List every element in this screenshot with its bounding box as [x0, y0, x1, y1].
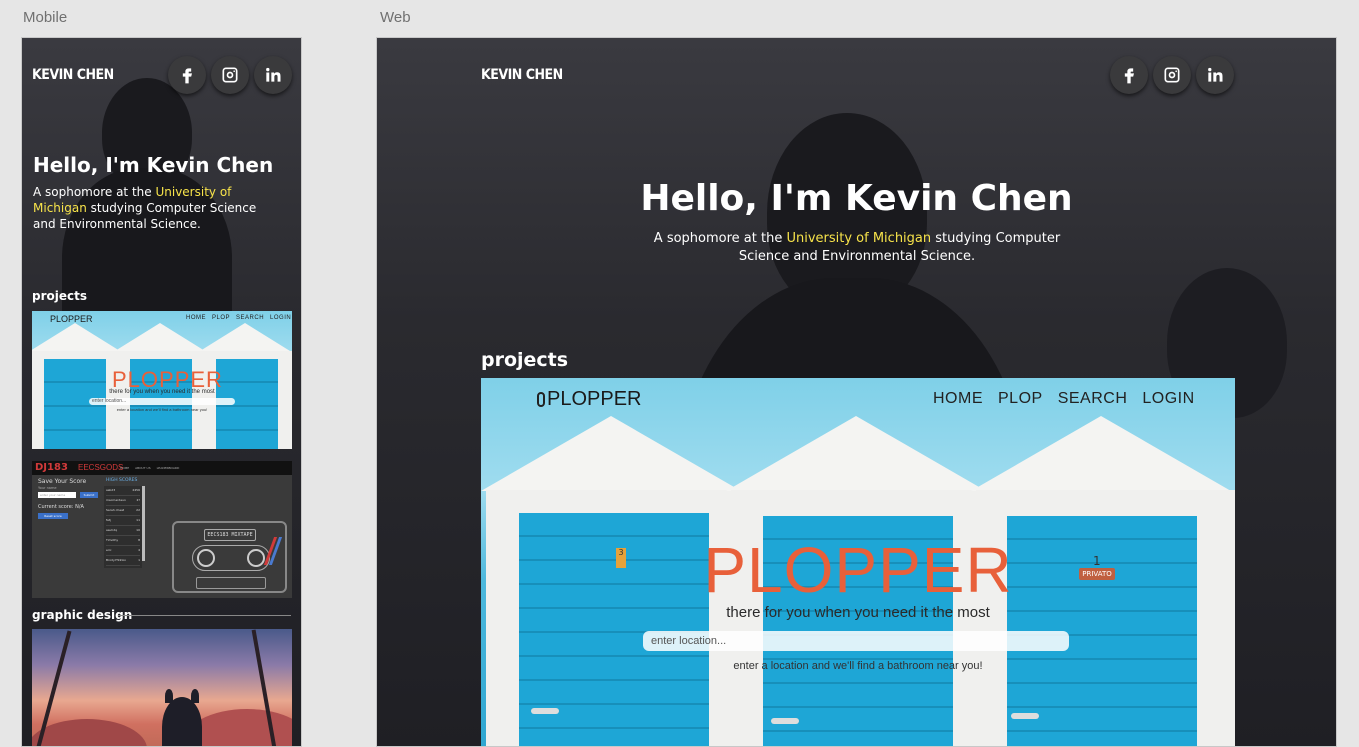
intro-text: A sophomore at the: [33, 185, 156, 199]
linkedin-icon: [266, 67, 281, 82]
hero-intro: A sophomore at the University of Michiga…: [33, 184, 273, 232]
dj183-brand: EECSGODS: [78, 463, 124, 472]
instagram-icon: [222, 67, 238, 83]
projects-heading: projects: [32, 289, 87, 303]
plopper-nav-login: LOGIN: [1142, 390, 1195, 407]
hero-intro: A sophomore at the University of Michiga…: [627, 230, 1087, 266]
high-score-row: asbd3 2456: [106, 488, 140, 496]
brand-logo[interactable]: KEVIN CHEN: [32, 67, 114, 83]
social-links: [1110, 56, 1234, 94]
dj183-logo: DJ183: [35, 462, 68, 473]
mobile-artboard: KEVIN CHEN Hello, I'm Kevin Chen A sopho…: [21, 37, 302, 747]
university-link[interactable]: University of Michigan: [786, 231, 931, 246]
high-score-name: asbd3: [106, 488, 116, 492]
high-score-name: Brody7htlnko: [106, 558, 126, 562]
high-score-row: asuhdq 10: [106, 528, 140, 536]
graphic-design-card[interactable]: [32, 629, 292, 746]
high-score-name: macmerdaun: [106, 498, 126, 502]
mobile-artboard-label: Mobile: [23, 9, 68, 26]
cassette-label: EECS183 MIXTAPE: [204, 529, 256, 541]
plopper-location-input: enter location...: [643, 631, 1069, 651]
plopper-tagline: there for you when you need it the most: [726, 604, 990, 621]
high-score-value: 22: [136, 508, 140, 512]
instagram-link[interactable]: [211, 56, 249, 94]
plopper-title: PLOPPER: [703, 534, 1013, 606]
plopper-nav-plop: PLOP: [998, 390, 1043, 407]
instagram-link[interactable]: [1153, 56, 1191, 94]
dj183-high-scores-table: asbd3 2456 macmerdaun 2? Sarah cheat 22 fatj 11…: [104, 486, 142, 568]
plopper-hint: enter a location and we'll find a bathro…: [733, 660, 983, 672]
high-score-value: 10: [136, 528, 140, 532]
plopper-logo: PLOPPER: [50, 314, 93, 324]
dj183-project-card[interactable]: DJ183 EECSGODS HOME ABOUT US LEADERBOARD…: [32, 461, 292, 598]
totoro-silhouette: [162, 697, 202, 746]
plopper-project-card[interactable]: PLOPPER HOME PLOP SEARCH LOGIN PLOPPER t…: [32, 311, 292, 449]
projects-heading: projects: [481, 349, 569, 371]
brand-logo[interactable]: KEVIN CHEN: [481, 67, 563, 83]
high-score-value: 8: [138, 538, 140, 542]
high-score-value: 2456: [132, 488, 140, 492]
dj183-reset-button: Reset score: [38, 513, 68, 519]
high-score-row: Brody7htlnko 1: [106, 558, 140, 566]
door-badge: PRIVATO: [1079, 568, 1115, 580]
plopper-location-input: enter location...: [89, 398, 235, 405]
cassette-illustration: EECS183 MIXTAPE: [172, 521, 287, 593]
high-score-value: 1: [138, 558, 140, 562]
dj183-nav: HOME ABOUT US LEADERBOARD: [120, 466, 180, 470]
dj183-submit-button: Submit: [80, 492, 98, 498]
facebook-link[interactable]: [168, 56, 206, 94]
high-score-row: macmerdaun 2?: [106, 498, 140, 506]
linkedin-link[interactable]: [1196, 56, 1234, 94]
high-score-row: Sarah cheat 22: [106, 508, 140, 516]
facebook-icon: [182, 68, 192, 84]
door-number-left: 3: [616, 548, 626, 568]
facebook-link[interactable]: [1110, 56, 1148, 94]
section-divider: [118, 615, 291, 616]
high-score-row: eric 4: [106, 548, 140, 556]
dj183-name-input: enter your name: [38, 492, 76, 498]
instagram-icon: [1164, 67, 1180, 83]
facebook-icon: [1124, 68, 1134, 84]
plopper-tagline: there for you when you need it the most: [109, 389, 215, 395]
high-score-row: fatj 11: [106, 518, 140, 526]
high-score-value: 11: [136, 518, 140, 522]
social-links: [168, 56, 292, 94]
high-score-row: Timothy 8: [106, 538, 140, 546]
microphone-icon: [537, 392, 545, 407]
high-score-name: fatj: [106, 518, 111, 522]
plopper-nav: HOME PLOP SEARCH LOGIN: [186, 315, 292, 321]
dj183-name-label: Your name: [38, 486, 57, 490]
dj183-save-title: Save Your Score: [38, 478, 87, 485]
plopper-nav-search: SEARCH: [1057, 390, 1128, 407]
web-artboard-label: Web: [380, 9, 411, 26]
hero-heading: Hello, I'm Kevin Chen: [640, 178, 1073, 219]
plopper-hint: enter a location and we'll find a bathro…: [116, 407, 208, 412]
door-number: 1: [1093, 554, 1101, 568]
high-score-name: eric: [106, 548, 112, 552]
linkedin-link[interactable]: [254, 56, 292, 94]
high-score-name: Timothy: [106, 538, 119, 542]
high-score-name: Sarah cheat: [106, 508, 125, 512]
dj183-current-score: Current score: N/A: [38, 504, 84, 510]
high-score-name: asuhdq: [106, 528, 118, 532]
hero-heading: Hello, I'm Kevin Chen: [33, 153, 274, 177]
dj183-high-scores-title: HIGH SCORES: [106, 478, 138, 483]
high-score-value: 2?: [136, 498, 140, 502]
high-score-value: 4: [138, 548, 140, 552]
intro-text: A sophomore at the: [653, 231, 787, 246]
plopper-logo: PLOPPER: [537, 388, 641, 411]
plopper-nav-home: HOME: [933, 390, 983, 407]
plopper-project-card[interactable]: 3 PRIVATO 1 PLOPPER HOME PLOP SEARCH LOG…: [481, 378, 1235, 746]
web-artboard: KEVIN CHEN Hello, I'm Kevin Chen A sopho…: [376, 37, 1337, 747]
plopper-nav: HOME PLOP SEARCH LOGIN: [933, 390, 1195, 408]
linkedin-icon: [1208, 67, 1223, 82]
